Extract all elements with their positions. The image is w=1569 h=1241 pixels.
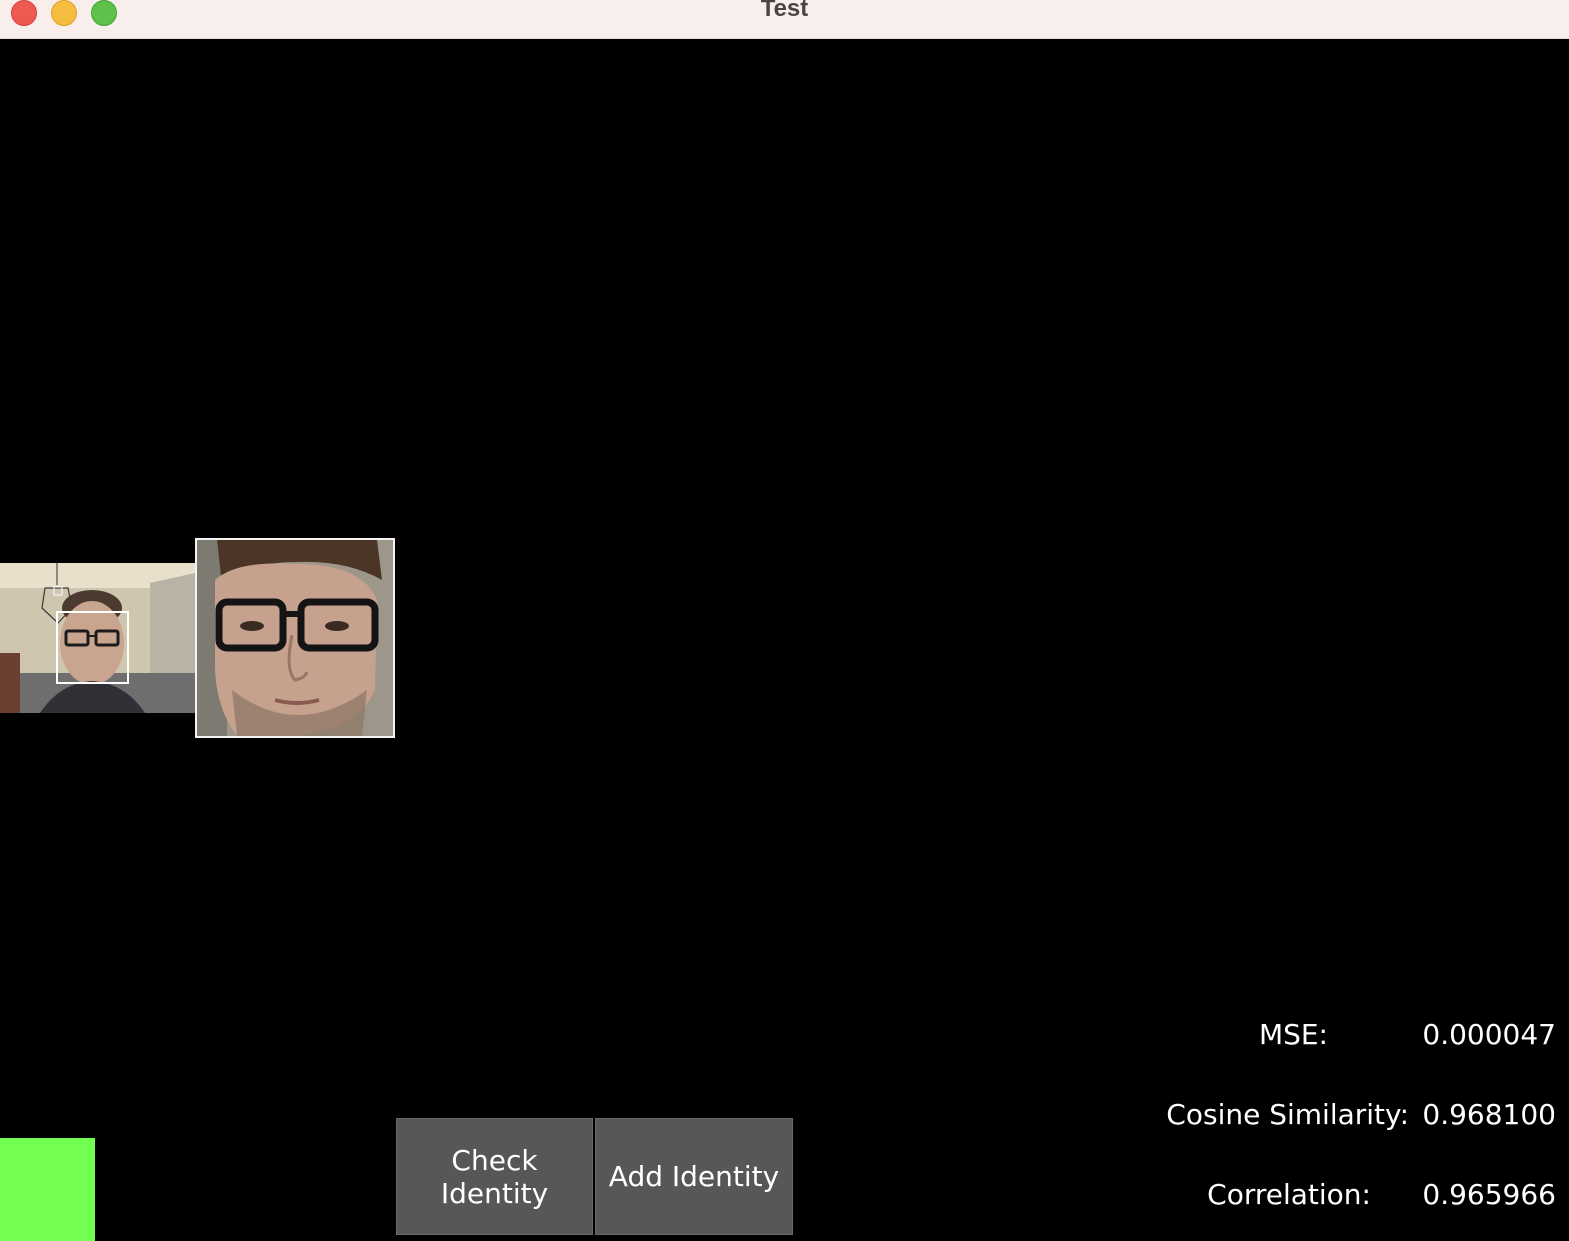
camera-frame (0, 563, 195, 713)
face-crop-preview (195, 538, 395, 738)
correlation-label: Correlation: (1207, 1178, 1371, 1211)
mse-value: 0.000047 (1422, 1018, 1556, 1051)
cosine-similarity-value: 0.968100 (1422, 1098, 1556, 1131)
window-title: Test (760, 0, 809, 22)
camera-image (0, 563, 195, 713)
correlation-value: 0.965966 (1422, 1178, 1556, 1211)
match-status-indicator (0, 1138, 95, 1241)
check-identity-button[interactable]: Check Identity (396, 1118, 593, 1235)
title-bar[interactable]: Test (0, 0, 1569, 39)
add-identity-button[interactable]: Add Identity (595, 1118, 793, 1235)
face-crop-image (197, 540, 393, 736)
mse-label: MSE: (1258, 1018, 1328, 1051)
app-window: Test Check Identity Add Identity MSE: 0.… (0, 0, 1569, 1241)
cosine-similarity-label: Cosine Similarity: (1166, 1098, 1409, 1131)
